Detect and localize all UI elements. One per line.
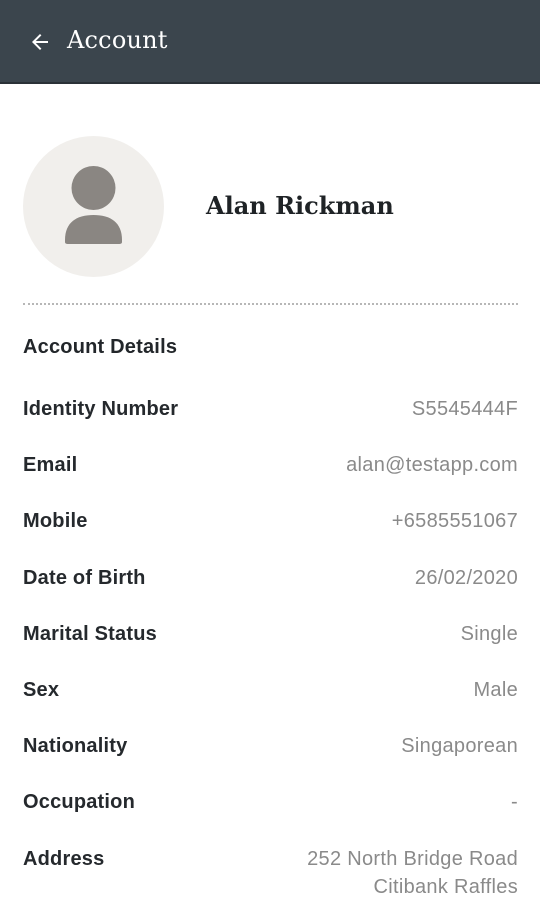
profile-header: Alan Rickman [0,84,540,304]
detail-label: Marital Status [23,622,157,645]
detail-value: Single [460,622,518,645]
detail-value: 252 North Bridge Road Citibank Raffles [307,847,518,898]
detail-label: Identity Number [23,398,179,420]
arrow-left-icon [32,34,48,50]
detail-label: Address [23,847,105,870]
detail-value: alan@testapp.com [346,454,518,477]
detail-row-identity-number: Identity Number S5545444F [23,398,518,454]
section-title: Account Details [23,336,178,358]
user-silhouette-icon [65,166,122,244]
detail-value: - [511,791,518,814]
app-bar: Account [0,0,540,84]
detail-row-sex: Sex Male [23,679,518,735]
detail-value: 26/02/2020 [414,566,518,589]
detail-row-nationality: Nationality Singaporean [23,735,518,791]
detail-label: Date of Birth [23,566,146,589]
detail-row-mobile: Mobile +6585551067 [23,510,518,566]
page-title: Account [67,26,168,54]
profile-name: Alan Rickman [206,191,394,220]
detail-row-date-of-birth: Date of Birth 26/02/2020 [23,567,518,623]
detail-label: Nationality [23,735,128,758]
detail-value: Male [473,678,518,701]
detail-label: Occupation [23,791,136,814]
detail-row-occupation: Occupation - [23,791,518,847]
section-divider [23,303,518,305]
back-button[interactable] [22,24,58,60]
detail-label: Mobile [23,510,88,533]
detail-value: S5545444F [411,398,518,420]
detail-label: Email [23,454,78,477]
detail-label: Sex [23,678,60,701]
detail-row-email: Email alan@testapp.com [23,454,518,510]
detail-value: +6585551067 [391,510,518,533]
detail-row-marital-status: Marital Status Single [23,623,518,679]
detail-value: Singaporean [401,735,518,758]
avatar[interactable] [23,136,164,277]
account-details-list: Identity Number S5545444F Email alan@tes… [23,398,518,904]
detail-row-address: Address 252 North Bridge Road Citibank R… [23,848,518,904]
